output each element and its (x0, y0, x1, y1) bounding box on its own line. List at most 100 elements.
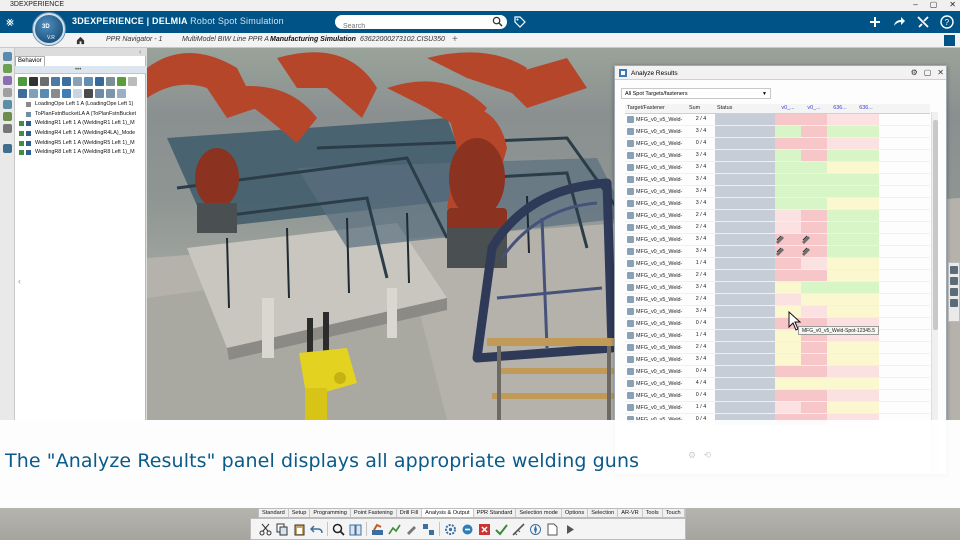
view-icon[interactable] (117, 89, 126, 98)
target-fastener-cell[interactable]: MFG_v0_v5_Weld- (625, 245, 687, 258)
search-icon[interactable] (332, 523, 345, 536)
validate-icon[interactable] (117, 77, 126, 86)
filter-icon[interactable] (3, 88, 12, 97)
result-cell[interactable] (853, 365, 879, 378)
action-bar-tab[interactable]: Drill Fill (397, 509, 423, 517)
table-row[interactable]: MFG_v0_v5_Weld- 3 / 4 (625, 281, 930, 294)
play-icon[interactable] (563, 523, 576, 536)
result-cell[interactable] (827, 401, 853, 414)
analysis-icon[interactable] (388, 523, 401, 536)
target-fastener-cell[interactable]: MFG_v0_v5_Weld- (625, 401, 687, 414)
minimize-icon[interactable]: – (913, 0, 917, 9)
list-item[interactable]: WeldingR4 Left 1 A (WeldingR4LA)_Mode (15, 129, 146, 139)
sync-icon[interactable] (73, 89, 82, 98)
filter-icon[interactable] (18, 89, 27, 98)
result-cell[interactable] (827, 281, 853, 294)
result-cell[interactable] (775, 257, 801, 270)
tag-icon[interactable] (514, 16, 526, 28)
clash-icon[interactable] (461, 523, 474, 536)
target-fastener-cell[interactable]: MFG_v0_v5_Weld- (625, 125, 687, 138)
list-item[interactable]: ToPlanFstnBucketLA A (ToPlanFstnBucket (15, 110, 146, 120)
target-fastener-cell[interactable]: MFG_v0_v5_Weld- (625, 137, 687, 150)
tab-multimodel[interactable]: MultiModel BIW Line PPR A (182, 36, 269, 43)
table-row[interactable]: MFG_v0_v5_Weld- 3 / 4 (625, 125, 930, 138)
result-cell[interactable] (775, 401, 801, 414)
target-fastener-cell[interactable]: MFG_v0_v5_Weld- (625, 329, 687, 342)
result-cell[interactable] (853, 245, 879, 258)
move-icon[interactable] (62, 77, 71, 86)
column-header[interactable]: 636... (827, 104, 853, 114)
compass-widget[interactable]: 3D V.R (33, 13, 65, 45)
target-fastener-cell[interactable]: MFG_v0_v5_Weld- (625, 149, 687, 162)
tools-icon[interactable] (916, 14, 930, 30)
list-item[interactable]: WeldingR5 Left 1 A (WeldingR5 Left 1)_M (15, 139, 146, 149)
chart-icon[interactable] (95, 77, 104, 86)
action-bar-tab[interactable]: Touch (663, 509, 685, 517)
list-item[interactable]: WeldingR1 Left 1 A (WeldingR1 Left 1)_M (15, 119, 146, 129)
result-cell[interactable] (775, 113, 801, 126)
result-cell[interactable] (827, 173, 853, 186)
table-row[interactable]: MFG_v0_v5_Weld- 1 / 4 (625, 329, 930, 342)
more-options[interactable]: ••• (75, 67, 81, 73)
target-fastener-cell[interactable]: MFG_v0_v5_Weld- (625, 185, 687, 198)
gear-icon[interactable] (444, 523, 457, 536)
target-fastener-cell[interactable]: MFG_v0_v5_Weld- (625, 293, 687, 306)
table-row[interactable]: MFG_v0_v5_Weld- 2 / 4 (625, 221, 930, 234)
table-row[interactable]: MFG_v0_v5_Weld- 2 / 4 (625, 113, 930, 126)
result-cell[interactable] (775, 197, 801, 210)
add-tab-icon[interactable]: + (452, 34, 458, 45)
collapse-panel-icon[interactable]: ‹ (139, 49, 141, 56)
table-row[interactable]: MFG_v0_v5_Weld- 3 / 4 (625, 149, 930, 162)
copy-icon[interactable] (276, 523, 289, 536)
table-row[interactable]: MFG_v0_v5_Weld- 3 / 4 (625, 173, 930, 186)
result-cell[interactable] (827, 353, 853, 366)
search-box[interactable] (335, 15, 507, 34)
link-icon[interactable] (29, 77, 38, 86)
book-icon[interactable] (349, 523, 362, 536)
add-icon[interactable] (868, 14, 882, 30)
result-cell[interactable] (801, 365, 827, 378)
close-icon[interactable]: ✕ (949, 0, 956, 9)
maximize-icon[interactable]: ▢ (930, 0, 938, 9)
target-fastener-cell[interactable]: MFG_v0_v5_Weld- (625, 209, 687, 222)
undo-icon[interactable] (310, 523, 323, 536)
check-icon[interactable] (495, 523, 508, 536)
maximize-icon[interactable]: ▢ (924, 68, 932, 77)
table-row[interactable]: MFG_v0_v5_Weld- 2 / 4 (625, 293, 930, 306)
result-cell[interactable] (775, 269, 801, 282)
table-icon[interactable] (51, 77, 60, 86)
result-cell[interactable] (801, 185, 827, 198)
result-cell[interactable] (827, 293, 853, 306)
result-cell[interactable] (853, 353, 879, 366)
action-bar-tab[interactable]: Setup (289, 509, 311, 517)
target-fastener-cell[interactable]: MFG_v0_v5_Weld- (625, 173, 687, 186)
result-cell[interactable] (775, 137, 801, 150)
result-cell[interactable] (801, 149, 827, 162)
welding-gun-cell[interactable] (775, 245, 801, 258)
result-cell[interactable] (775, 293, 801, 306)
result-cell[interactable] (827, 365, 853, 378)
result-cell[interactable] (827, 185, 853, 198)
result-cell[interactable] (827, 269, 853, 282)
behavior-tab[interactable]: Behavior (15, 56, 45, 66)
result-cell[interactable] (827, 209, 853, 222)
table-row[interactable]: MFG_v0_v5_Weld- 3 / 4 (625, 245, 930, 258)
table-row[interactable]: MFG_v0_v5_Weld- 3 / 4 (625, 233, 930, 246)
table-row[interactable]: MFG_v0_v5_Weld- 2 / 4 (625, 341, 930, 354)
result-cell[interactable] (801, 209, 827, 222)
result-cell[interactable] (801, 377, 827, 390)
layers-icon[interactable] (950, 299, 958, 307)
result-cell[interactable] (801, 257, 827, 270)
action-bar-tab[interactable]: Tools (643, 509, 663, 517)
result-cell[interactable] (775, 209, 801, 222)
target-filter-select[interactable]: All Spot Targets/fasteners ▼ (621, 88, 771, 99)
target-fastener-cell[interactable]: MFG_v0_v5_Weld- (625, 233, 687, 246)
chevron-left-icon[interactable]: ‹ (18, 276, 21, 286)
result-cell[interactable] (853, 305, 879, 318)
robot-simulation-icon[interactable] (371, 523, 384, 536)
target-fastener-cell[interactable]: MFG_v0_v5_Weld- (625, 161, 687, 174)
action-bar-tab[interactable]: AR-VR (618, 509, 643, 517)
result-cell[interactable] (827, 341, 853, 354)
view-icon[interactable] (950, 266, 958, 274)
action-bar-tab[interactable]: Programming (310, 509, 351, 517)
